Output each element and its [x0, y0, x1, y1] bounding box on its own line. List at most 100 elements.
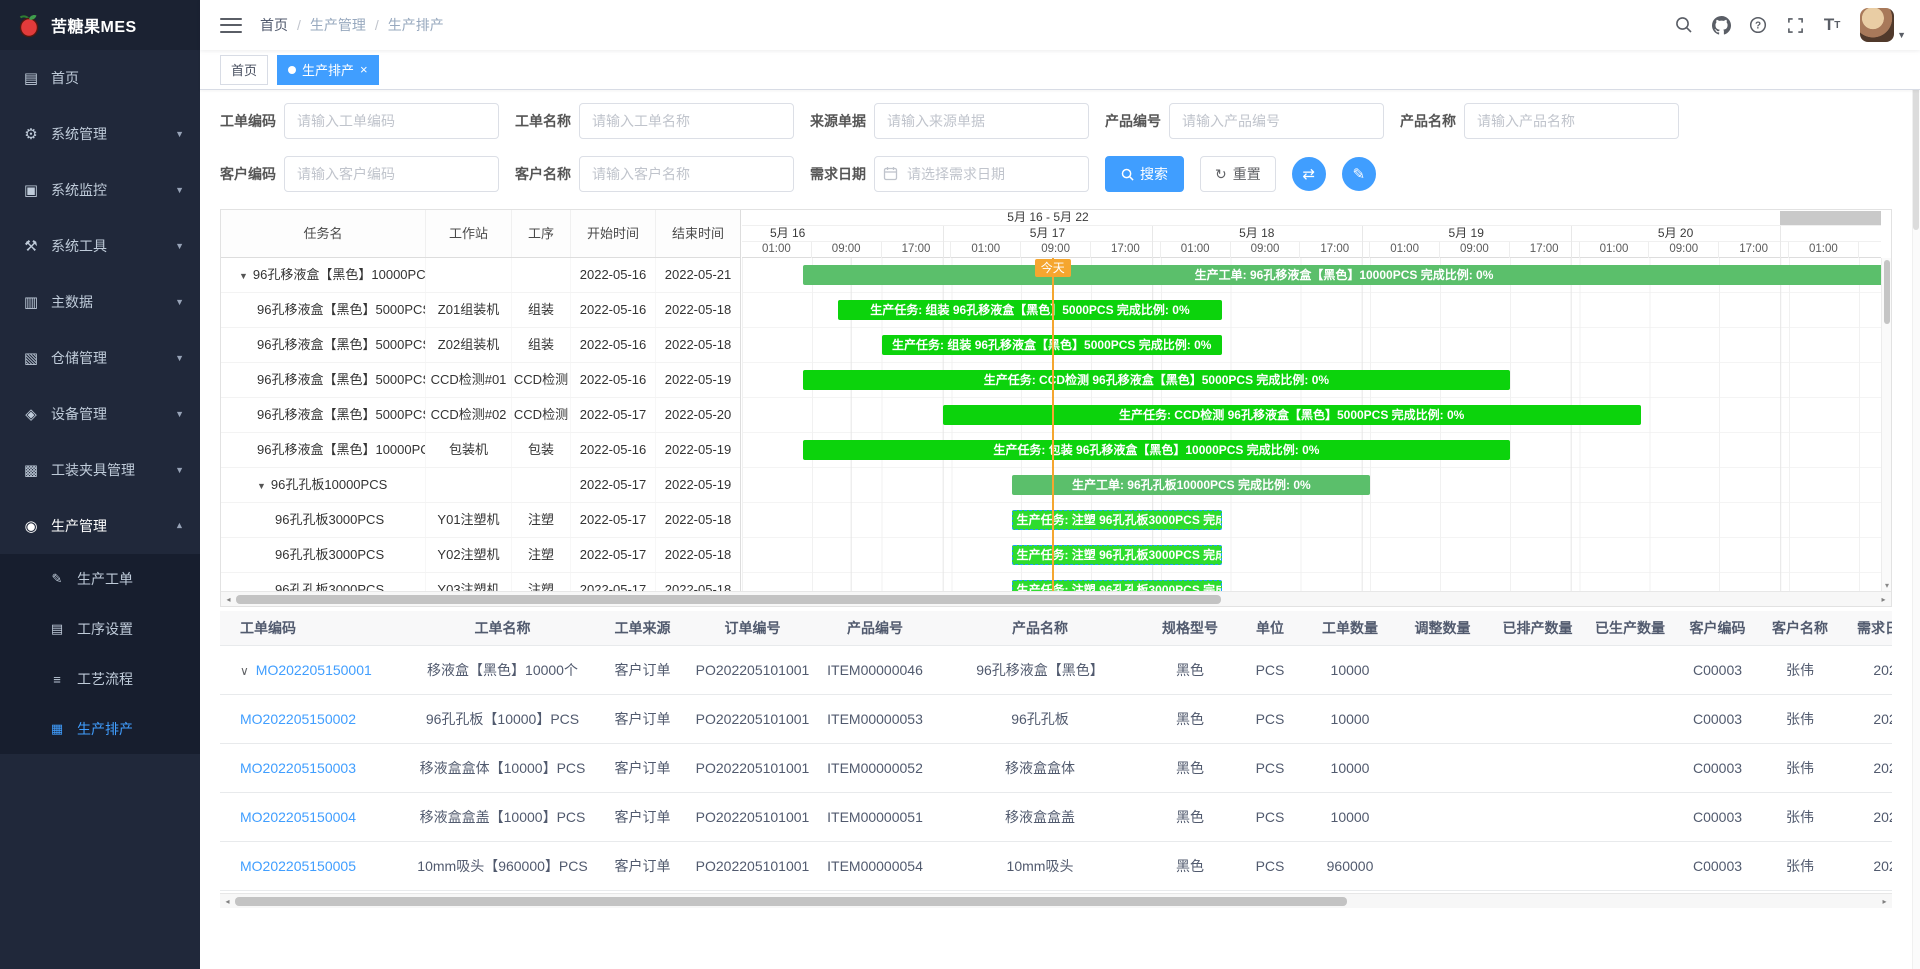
sidebar-subitem-3[interactable]: ▦生产排产 [0, 704, 200, 754]
chevron-down-icon: ▼ [175, 129, 184, 139]
sidebar-item-0[interactable]: ▤首页 [0, 50, 200, 106]
sidebar-item-8[interactable]: ◉生产管理▼ [0, 498, 200, 554]
sidebar-toggle-icon[interactable] [220, 18, 242, 33]
fullscreen-icon[interactable] [1780, 8, 1810, 42]
order-code-link[interactable]: MO202205150002 [240, 711, 356, 727]
breadcrumb-item-0[interactable]: 首页 [260, 15, 288, 35]
sidebar-subitem-1[interactable]: ▤工序设置 [0, 604, 200, 654]
sidebar-item-3[interactable]: ⚒系统工具▼ [0, 218, 200, 274]
sidebar-subitem-label: 生产工单 [77, 569, 200, 589]
gantt-task-row[interactable]: 96孔孔板3000PCSY02注塑机注塑2022-05-172022-05-18 [221, 538, 740, 573]
tab-close-icon[interactable]: × [360, 63, 368, 76]
tab-1[interactable]: 生产排产× [277, 55, 379, 85]
gantt-task-row[interactable]: ▼96孔移液盒【黑色】10000PCS2022-05-162022-05-21 [221, 258, 740, 293]
tab-0[interactable]: 首页 [220, 55, 268, 85]
search-button[interactable]: 搜索 [1105, 156, 1184, 192]
order-cell-cust_name: 张伟 [1760, 743, 1840, 792]
sidebar-subitem-0[interactable]: ✎生产工单 [0, 554, 200, 604]
expand-triangle-icon[interactable]: ▼ [239, 259, 248, 292]
gantt-bar[interactable]: 生产任务: 注塑 96孔孔板3000PCS 完成比例: 0% [1012, 510, 1221, 530]
gantt-task-row[interactable]: 96孔移液盒【黑色】5000PCSZ02组装机组装2022-05-162022-… [221, 328, 740, 363]
avatar[interactable] [1860, 8, 1894, 42]
gantt-bar[interactable]: 生产工单: 96孔孔板10000PCS 完成比例: 0% [1012, 475, 1370, 495]
sidebar-item-2[interactable]: ▣系统监控▼ [0, 162, 200, 218]
sidebar-item-6[interactable]: ◈设备管理▼ [0, 386, 200, 442]
gantt-bar[interactable]: 生产任务: 包装 96孔移液盒【黑色】10000PCS 完成比例: 0% [803, 440, 1510, 460]
gantt-cell-name: ▼96孔孔板10000PCS [221, 468, 426, 502]
gantt-horizontal-scrollbar[interactable]: ◂ ▸ [221, 591, 1891, 606]
github-icon[interactable] [1706, 8, 1736, 42]
filter-input[interactable] [1169, 103, 1384, 139]
gantt-task-row[interactable]: 96孔移液盒【黑色】5000PCSCCD检测#02CCD检测2022-05-17… [221, 398, 740, 433]
help-icon[interactable]: ? [1743, 8, 1773, 42]
sidebar-item-7[interactable]: ▩工装夹具管理▼ [0, 442, 200, 498]
sidebar-item-1[interactable]: ⚙系统管理▼ [0, 106, 200, 162]
gantt-task-row[interactable]: ▼96孔孔板10000PCS2022-05-172022-05-19 [221, 468, 740, 503]
filter-input[interactable] [579, 156, 794, 192]
main-area: 首页/生产管理/生产排产 ? TT ▼ [200, 0, 1920, 969]
sidebar-item-4[interactable]: ▥主数据▼ [0, 274, 200, 330]
user-menu[interactable]: ▼ [1860, 8, 1906, 42]
sidebar-subitem-2[interactable]: ≡工艺流程 [0, 654, 200, 704]
filter-input[interactable] [284, 156, 499, 192]
orders-hscroll-right-arrow[interactable]: ▸ [1877, 894, 1892, 909]
gantt-hour-label: 01:00 [742, 242, 812, 258]
search-icon[interactable] [1669, 8, 1699, 42]
gantt-bar[interactable]: 生产任务: CCD检测 96孔移液盒【黑色】5000PCS 完成比例: 0% [943, 405, 1641, 425]
order-row[interactable]: MO20220515000510mm吸头【960000】PCS客户订单PO202… [220, 841, 1892, 890]
gantt-bar[interactable]: 生产工单: 96孔移液盒【黑色】10000PCS 完成比例: 0% [803, 265, 1881, 285]
order-row[interactable]: MO202205150003移液盒盒体【10000】PCS客户订单PO20220… [220, 743, 1892, 792]
gantt-task-row[interactable]: 96孔移液盒【黑色】10000PCS包装机包装2022-05-162022-05… [221, 433, 740, 468]
order-row[interactable]: MO202205150004移液盒盒盖【10000】PCS客户订单PO20220… [220, 792, 1892, 841]
gantt-vscroll-thumb[interactable] [1884, 260, 1890, 324]
reset-button[interactable]: ↻重置 [1200, 156, 1276, 192]
sidebar-item-label: 生产管理 [51, 516, 175, 536]
order-code-link[interactable]: MO202205150001 [256, 662, 372, 678]
gantt-task-row[interactable]: 96孔移液盒【黑色】5000PCSZ01组装机组装2022-05-162022-… [221, 293, 740, 328]
filter-input[interactable] [284, 103, 499, 139]
gantt-cell-station: Y02注塑机 [426, 538, 512, 572]
filter-input[interactable] [874, 103, 1089, 139]
monitor-icon: ▣ [20, 181, 42, 199]
breadcrumb-item-1: 生产管理 [310, 15, 366, 35]
gantt-vscroll-down-arrow[interactable]: ▾ [1882, 581, 1892, 591]
font-size-icon[interactable]: TT [1817, 8, 1847, 42]
filter-input[interactable] [579, 103, 794, 139]
gantt-bar[interactable]: 生产任务: 注塑 96孔孔板3000PCS 完成比例: 0% [1012, 545, 1221, 565]
app-logo[interactable]: 苦糖果MES [0, 0, 200, 50]
gantt-task-table: 任务名工作站工序开始时间结束时间 ▼96孔移液盒【黑色】10000PCS2022… [221, 210, 741, 591]
sidebar-item-5[interactable]: ▧仓储管理▼ [0, 330, 200, 386]
expand-triangle-icon[interactable]: ▼ [257, 469, 266, 502]
orders-hscroll-thumb[interactable] [235, 897, 1347, 906]
order-code-link[interactable]: MO202205150005 [240, 858, 356, 874]
gantt-bar[interactable]: 生产任务: CCD检测 96孔移液盒【黑色】5000PCS 完成比例: 0% [803, 370, 1510, 390]
page-scrollbar[interactable] [1912, 0, 1920, 969]
order-cell-cust_name: 张伟 [1760, 694, 1840, 743]
gantt-bar[interactable]: 生产任务: 组装 96孔移液盒【黑色】5000PCS 完成比例: 0% [838, 300, 1222, 320]
order-code-link[interactable]: MO202205150004 [240, 809, 356, 825]
order-cell-produced_qty [1585, 694, 1675, 743]
order-row[interactable]: ∨MO202205150001移液盒【黑色】10000个客户订单PO202205… [220, 645, 1892, 694]
filter-input[interactable] [874, 156, 1089, 192]
gantt-task-row[interactable]: 96孔孔板3000PCSY01注塑机注塑2022-05-172022-05-18 [221, 503, 740, 538]
order-cell-produced_qty [1585, 645, 1675, 694]
gantt-task-row[interactable]: 96孔孔板3000PCSY03注塑机注塑2022-05-172022-05-18 [221, 573, 740, 591]
order-row[interactable]: MO20220515000296孔孔板【10000】PCS客户订单PO20220… [220, 694, 1892, 743]
gantt-hscroll-left-arrow[interactable]: ◂ [221, 592, 236, 607]
order-cell-unit: PCS [1235, 743, 1305, 792]
order-code-link[interactable]: MO202205150003 [240, 760, 356, 776]
orders-horizontal-scrollbar[interactable]: ◂ ▸ [220, 893, 1892, 908]
filter-input[interactable] [1464, 103, 1679, 139]
gantt-bar[interactable]: 生产任务: 注塑 96孔孔板3000PCS 完成比例: 0% [1012, 580, 1221, 591]
gantt-cell-start: 2022-05-16 [571, 433, 656, 467]
edit-button[interactable]: ✎ [1342, 157, 1376, 191]
expand-chevron-icon[interactable]: ∨ [240, 664, 249, 678]
gantt-hscroll-thumb[interactable] [236, 595, 1221, 604]
sync-button[interactable]: ⇄ [1292, 157, 1326, 191]
gantt-hour-label: 17:00 [1719, 242, 1789, 258]
fixture-icon: ▩ [20, 461, 42, 479]
orders-hscroll-left-arrow[interactable]: ◂ [220, 894, 235, 909]
gantt-hscroll-right-arrow[interactable]: ▸ [1876, 592, 1891, 607]
gantt-vertical-scrollbar[interactable]: ▾ [1881, 258, 1891, 591]
gantt-task-row[interactable]: 96孔移液盒【黑色】5000PCSCCD检测#01CCD检测2022-05-16… [221, 363, 740, 398]
